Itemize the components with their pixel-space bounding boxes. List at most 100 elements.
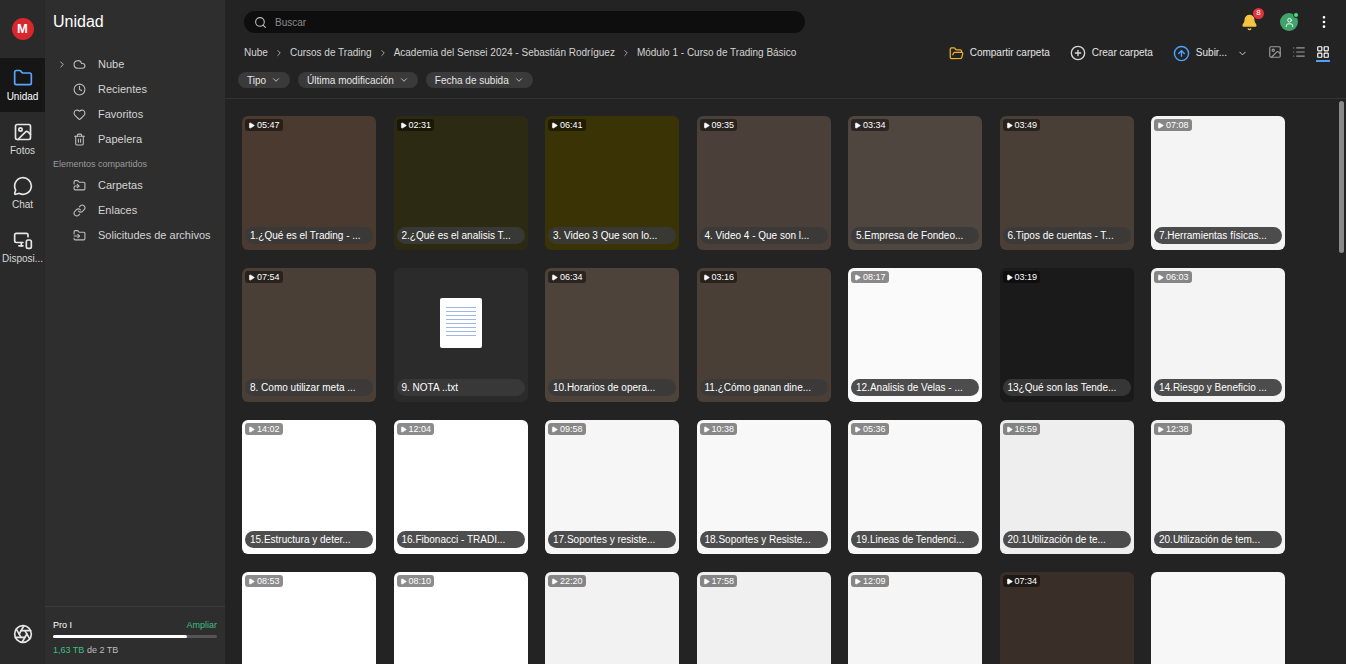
- file-card[interactable]: 12:0416.Fibonacci - TRADI...: [394, 420, 528, 554]
- sidebar-item[interactable]: Recientes: [45, 77, 225, 102]
- file-card[interactable]: 03:1913¿Qué son las Tende...: [1000, 268, 1134, 402]
- play-icon: [854, 426, 861, 433]
- file-card[interactable]: 09:5817.Soportes y resiste...: [545, 420, 679, 554]
- breadcrumb-item[interactable]: Módulo 1 - Curso de Trading Básico: [637, 46, 797, 60]
- file-card[interactable]: 05:3619.Lineas de Tendenci...: [848, 420, 982, 554]
- notification-badge: 8: [1253, 8, 1264, 19]
- avatar[interactable]: [1280, 13, 1298, 31]
- main-panel: Buscar 8 Nube Cursos de Trading Academia del…: [225, 0, 1346, 664]
- sidebar-item[interactable]: Carpetas: [45, 173, 225, 198]
- app-rail: M UnidadFotosChatDisposi...: [0, 0, 45, 664]
- file-card[interactable]: 17:58: [697, 572, 831, 664]
- file-card[interactable]: 06:0314.Riesgo y Beneficio ...: [1151, 268, 1285, 402]
- folder-icon: [13, 68, 33, 88]
- sidebar-item[interactable]: Enlaces: [45, 198, 225, 223]
- play-icon: [1006, 274, 1013, 281]
- rail-item[interactable]: Fotos: [0, 112, 45, 166]
- play-icon: [854, 122, 861, 129]
- chevron-icon[interactable]: [57, 59, 67, 70]
- duration-badge: 07:34: [1003, 575, 1041, 587]
- file-card[interactable]: 22:20: [545, 572, 679, 664]
- search-field[interactable]: Buscar: [244, 11, 805, 33]
- file-card[interactable]: 03:1611.¿Cómo ganan dine...: [697, 268, 831, 402]
- filter-dropdown[interactable]: Última modificación: [298, 72, 418, 88]
- file-name: 18.Soportes y Resiste...: [700, 531, 828, 548]
- file-name: 4. Video 4 - Que son l...: [700, 227, 828, 244]
- play-icon: [1006, 426, 1013, 433]
- duration-badge: 22:20: [548, 575, 586, 587]
- transfer-icon[interactable]: [13, 624, 33, 644]
- upgrade-link[interactable]: Ampliar: [186, 619, 217, 631]
- duration-badge: 08:17: [851, 271, 889, 283]
- file-card[interactable]: 07:087.Herramientas físicas...: [1151, 116, 1285, 250]
- file-card[interactable]: 02:312.¿Qué es el analisis T...: [394, 116, 528, 250]
- file-card[interactable]: 03:345.Empresa de Fondeo...: [848, 116, 982, 250]
- breadcrumb-item[interactable]: Academia del Sensei 2024 - Sebastián Rod…: [394, 46, 615, 60]
- file-card[interactable]: 14:0215.Estructura y deter...: [242, 420, 376, 554]
- shared-heading: Elementos compartidos: [45, 157, 225, 171]
- sidebar-item[interactable]: Nube: [45, 52, 225, 77]
- app: MUnidadFotosChatDisposi...UnidadNubeReci…: [0, 0, 1346, 664]
- photo-icon: [13, 122, 33, 142]
- file-name: 1.¿Qué es el Trading - ...: [245, 227, 373, 244]
- play-icon: [248, 274, 255, 281]
- rail-item[interactable]: Chat: [0, 166, 45, 220]
- breadcrumb-item[interactable]: Cursos de Trading: [290, 46, 372, 60]
- separator-icon: [621, 48, 631, 58]
- file-card[interactable]: 09:354. Video 4 - Que son l...: [697, 116, 831, 250]
- toolbar-button[interactable]: Crear carpeta: [1070, 45, 1153, 61]
- view-toggle[interactable]: [1316, 44, 1330, 62]
- file-name: 9. NOTA ..txt: [397, 379, 525, 396]
- file-name: 20.Utilización de tem...: [1154, 531, 1282, 548]
- clock-icon: [73, 83, 86, 96]
- file-request-icon: [73, 229, 86, 242]
- chevron-down-icon: [399, 75, 409, 85]
- separator-icon: [274, 48, 284, 58]
- file-card[interactable]: 08:53: [242, 572, 376, 664]
- share-folder-icon: [949, 46, 964, 61]
- file-card[interactable]: 05:471.¿Qué es el Trading - ...: [242, 116, 376, 250]
- scrollbar[interactable]: [1336, 99, 1346, 664]
- duration-badge: 03:19: [1003, 271, 1041, 283]
- file-card[interactable]: [1151, 572, 1285, 664]
- file-card[interactable]: 12:09: [848, 572, 982, 664]
- file-card[interactable]: 10:3818.Soportes y Resiste...: [697, 420, 831, 554]
- file-card[interactable]: 08:10: [394, 572, 528, 664]
- rail-item[interactable]: Unidad: [0, 58, 45, 112]
- file-card[interactable]: 07:34: [1000, 572, 1134, 664]
- dropdown-icon: [1237, 48, 1248, 59]
- file-name: 12.Analisis de Velas - ...: [851, 379, 979, 396]
- file-card[interactable]: 07:548. Como utilizar meta ...: [242, 268, 376, 402]
- file-card[interactable]: 06:3410.Horarios de opera...: [545, 268, 679, 402]
- breadcrumb-item[interactable]: Nube: [244, 46, 268, 60]
- more-icon[interactable]: [1316, 14, 1332, 30]
- file-card[interactable]: 06:413. Video 3 Que son lo...: [545, 116, 679, 250]
- filter-dropdown[interactable]: Tipo: [238, 72, 290, 88]
- sidebar-item[interactable]: Solicitudes de archivos: [45, 223, 225, 248]
- play-icon: [854, 578, 861, 585]
- sidebar-item[interactable]: Papelera: [45, 127, 225, 152]
- scrollbar-thumb[interactable]: [1339, 101, 1344, 253]
- rail-item[interactable]: Disposi...: [0, 220, 45, 274]
- file-card[interactable]: 9. NOTA ..txt: [394, 268, 528, 402]
- file-card[interactable]: 08:17 12.Analisis de Velas - ...: [848, 268, 982, 402]
- grid-view-icon: [1316, 45, 1330, 59]
- toolbar-button[interactable]: Subir...: [1173, 45, 1248, 62]
- duration-badge: 06:34: [548, 271, 586, 283]
- filter-dropdown[interactable]: Fecha de subida: [426, 72, 533, 88]
- view-toggle[interactable]: [1268, 44, 1282, 62]
- heart-icon: [73, 108, 86, 121]
- play-icon: [551, 274, 558, 281]
- file-card[interactable]: 12:3820.Utilización de tem...: [1151, 420, 1285, 554]
- duration-badge: 07:54: [245, 271, 283, 283]
- sidebar-item[interactable]: Favoritos: [45, 102, 225, 127]
- file-card[interactable]: 03:496.Tipos de cuentas - T...: [1000, 116, 1134, 250]
- toolbar-button[interactable]: Compartir carpeta: [949, 46, 1050, 61]
- mega-logo[interactable]: M: [12, 18, 34, 40]
- view-toggle[interactable]: [1292, 44, 1306, 62]
- duration-badge: 08:53: [245, 575, 283, 587]
- breadcrumb: Nube Cursos de Trading Academia del Sensei…: [244, 46, 796, 60]
- file-card[interactable]: 16:5920.1Utilización de te...: [1000, 420, 1134, 554]
- file-name: 2.¿Qué es el analisis T...: [397, 227, 525, 244]
- file-name: 19.Lineas de Tendenci...: [851, 531, 979, 548]
